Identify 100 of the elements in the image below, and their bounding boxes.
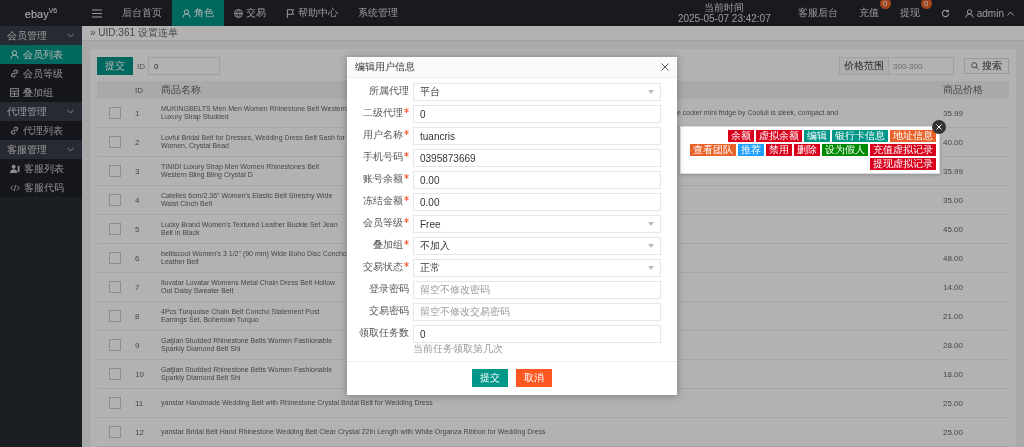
nav-tab[interactable]: 帮助中心 bbox=[276, 0, 348, 26]
action-button[interactable]: 编辑 bbox=[804, 130, 830, 142]
action-button[interactable]: 提现虚拟记录 bbox=[870, 158, 936, 170]
submit-button[interactable]: 提交 bbox=[97, 57, 133, 75]
sidebar-item[interactable]: 叠加组 bbox=[0, 83, 82, 102]
user-name[interactable]: admin bbox=[976, 7, 1004, 19]
row-checkbox[interactable] bbox=[109, 223, 121, 235]
table-cell-text: 11 bbox=[135, 398, 145, 408]
chevron-icon[interactable] bbox=[67, 147, 74, 152]
table-cell-text: 40.00 bbox=[943, 137, 965, 147]
action-button[interactable]: 地址信息 bbox=[890, 130, 936, 142]
close-icon bbox=[936, 124, 942, 130]
action-button[interactable]: 虚拟余额 bbox=[756, 130, 802, 142]
column-header: 商品价格 bbox=[943, 83, 983, 97]
row-checkbox[interactable] bbox=[109, 165, 121, 177]
top-link[interactable]: 客服后台 bbox=[797, 7, 838, 18]
price-range-label: 价格范围 bbox=[840, 58, 889, 74]
input-field[interactable]: 留空不修改交易密码 bbox=[413, 303, 661, 321]
row-checkbox[interactable] bbox=[109, 136, 121, 148]
column-header: ID bbox=[135, 85, 143, 95]
row-checkbox[interactable] bbox=[109, 397, 121, 409]
input-field[interactable]: 0395873669 bbox=[413, 149, 661, 167]
input-field[interactable]: 留空不修改密码 bbox=[413, 281, 661, 299]
sidebar-item[interactable]: 客服代码 bbox=[0, 178, 82, 197]
count-badge: 0 bbox=[920, 0, 932, 9]
nav-tab[interactable]: 角色 bbox=[172, 0, 224, 26]
chevron-icon[interactable] bbox=[67, 33, 74, 38]
table-cell-text: 14.00 bbox=[943, 282, 965, 292]
code-icon bbox=[10, 183, 20, 192]
row-checkbox[interactable] bbox=[109, 426, 121, 438]
action-button[interactable]: 禁用 bbox=[766, 144, 792, 156]
refresh-icon[interactable] bbox=[940, 8, 950, 18]
clock-label: 当前时间 bbox=[704, 2, 745, 13]
flag-icon bbox=[286, 8, 295, 18]
row-checkbox[interactable] bbox=[109, 107, 121, 119]
submit-button[interactable]: 提交 bbox=[472, 369, 508, 387]
input-field[interactable]: 0 bbox=[413, 105, 661, 123]
row-checkbox[interactable] bbox=[109, 281, 121, 293]
id-label: ID bbox=[137, 61, 145, 71]
action-button[interactable]: 银行卡信息 bbox=[832, 130, 888, 142]
table-cell-text: 48.00 bbox=[943, 253, 965, 263]
select-field[interactable]: Free bbox=[413, 215, 661, 233]
person-icon bbox=[10, 50, 19, 59]
action-button[interactable]: 充值虚拟记录 bbox=[870, 144, 936, 156]
sidebar-item[interactable]: 代理列表 bbox=[0, 121, 82, 140]
select-field[interactable]: 不加入 bbox=[413, 237, 661, 255]
field-label: 交易状态 bbox=[363, 260, 403, 274]
table-cell-text: 18.00 bbox=[943, 369, 965, 379]
select-field[interactable]: 平台 bbox=[413, 83, 661, 101]
row-checkbox[interactable] bbox=[109, 368, 121, 380]
input-field[interactable]: 0.00 bbox=[413, 171, 661, 189]
top-link[interactable]: 充值 bbox=[858, 7, 879, 18]
action-button[interactable]: 设为假人 bbox=[822, 144, 868, 156]
action-button[interactable]: 删除 bbox=[794, 144, 820, 156]
input-field[interactable]: 0.00 bbox=[413, 193, 661, 211]
table-cell-text: 28.00 bbox=[943, 340, 965, 350]
table-cell-text: 9 bbox=[135, 340, 141, 350]
row-checkbox[interactable] bbox=[109, 194, 121, 206]
table-cell-text: 3 bbox=[135, 166, 141, 176]
table-cell-text: 4 bbox=[135, 195, 141, 205]
person-icon bbox=[964, 8, 974, 18]
search-button[interactable]: 搜索 bbox=[964, 58, 1009, 74]
nav-tab[interactable]: 交易 bbox=[224, 0, 276, 26]
id-field[interactable]: 0 bbox=[148, 57, 220, 75]
sidebar-item[interactable]: 会员等级 bbox=[0, 64, 82, 83]
select-field[interactable]: 正常 bbox=[413, 259, 661, 277]
menu-icon[interactable] bbox=[92, 8, 102, 18]
link-icon bbox=[10, 126, 19, 135]
row-checkbox[interactable] bbox=[109, 252, 121, 264]
field-label: 领取任务数 bbox=[359, 326, 409, 340]
logo[interactable]: ebay$^{V6}$ bbox=[0, 6, 82, 20]
field-label: 二级代理 bbox=[363, 106, 403, 120]
globe-icon bbox=[234, 8, 243, 18]
table-cell-text: 10 bbox=[135, 369, 145, 379]
search-icon bbox=[971, 62, 979, 70]
count-badge: 0 bbox=[879, 0, 891, 9]
person-icon bbox=[182, 8, 191, 18]
row-checkbox[interactable] bbox=[109, 339, 121, 351]
caret-icon[interactable] bbox=[1007, 10, 1014, 16]
table-cell-text: 8 bbox=[135, 311, 141, 321]
field-hint: 当前任务领取第几次 bbox=[413, 343, 504, 355]
sidebar-item[interactable]: 客服列表 bbox=[0, 159, 82, 178]
sidebar-item[interactable]: 会员列表 bbox=[0, 45, 82, 64]
row-checkbox[interactable] bbox=[109, 310, 121, 322]
close-button[interactable] bbox=[661, 63, 669, 71]
action-button[interactable]: 查看团队 bbox=[690, 144, 736, 156]
input-field[interactable]: tuancris bbox=[413, 127, 661, 145]
action-button[interactable]: 余额 bbox=[728, 130, 754, 142]
table-cell-text: 6 bbox=[135, 253, 141, 263]
caret-icon bbox=[648, 222, 654, 226]
top-link[interactable]: 提现 bbox=[899, 7, 920, 18]
chevron-icon[interactable] bbox=[67, 109, 74, 114]
cancel-button[interactable]: 取消 bbox=[516, 369, 552, 387]
input-field[interactable]: 0 bbox=[413, 325, 661, 343]
field-label: 叠加组 bbox=[373, 238, 403, 252]
nav-tab[interactable]: 后台首页 bbox=[112, 0, 172, 26]
table-cell-text: 35.99 bbox=[943, 108, 965, 118]
column-header: 商品名称 bbox=[161, 83, 201, 97]
field-label: 交易密码 bbox=[369, 304, 409, 318]
nav-tab[interactable]: 系统管理 bbox=[348, 0, 408, 26]
